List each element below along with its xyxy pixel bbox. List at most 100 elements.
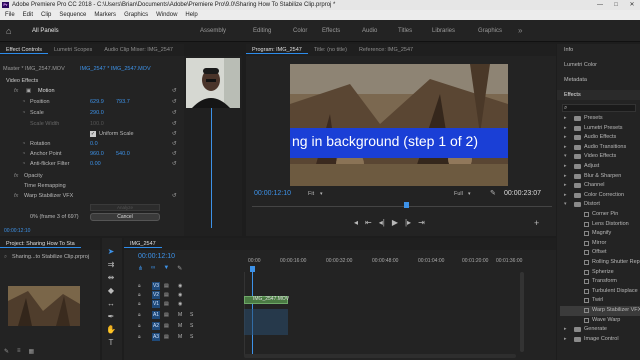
workspace-color[interactable]: Color [293, 26, 307, 36]
snap-icon[interactable]: ⋔ [138, 265, 143, 272]
solo-button[interactable]: S [190, 311, 193, 320]
project-clip-thumbnail[interactable] [8, 286, 80, 326]
effect-item[interactable]: Twirl [560, 296, 640, 306]
eye-icon[interactable]: ◉ [178, 300, 182, 309]
chevron-right-icon[interactable]: ▸ [564, 335, 567, 345]
stopwatch-icon[interactable]: ◔ [22, 149, 25, 159]
chevron-right-icon[interactable]: ▸ [564, 325, 567, 335]
effects-folder[interactable]: ▸ Channel [560, 181, 640, 191]
anchor-y-value[interactable]: 540.0 [116, 149, 130, 159]
track-label-a3[interactable]: A3 [152, 333, 160, 341]
effects-folder[interactable]: ▸ Lumetri Presets [560, 124, 640, 134]
sync-lock-icon[interactable]: ▤ [164, 300, 169, 309]
program-video-frame[interactable]: ng in background (step 1 of 2) [290, 64, 508, 186]
audio-clip[interactable] [244, 309, 288, 335]
play-icon[interactable]: ▶ [392, 218, 398, 227]
menu-help[interactable]: Help [185, 10, 197, 20]
track-label-a1[interactable]: A1 [152, 311, 160, 319]
add-button-icon[interactable]: + [534, 218, 539, 228]
chevron-right-icon[interactable]: ▸ [564, 181, 567, 191]
minimize-button[interactable]: — [592, 0, 608, 10]
track-label-v2[interactable]: V2 [152, 291, 160, 299]
lock-icon[interactable]: 🔒︎ [138, 322, 141, 331]
workspace-assembly[interactable]: Assembly [200, 26, 226, 36]
warp-stabilizer-row[interactable]: fx Warp Stabilizer VFX ↺ [0, 191, 184, 201]
track-label-a2[interactable]: A2 [152, 322, 160, 330]
chevron-right-icon[interactable]: ▸ [564, 172, 567, 182]
sync-lock-icon[interactable]: ▤ [164, 291, 169, 300]
program-playhead[interactable] [404, 202, 409, 208]
timeline-timecode[interactable]: 00:00:12:10 [138, 253, 175, 260]
ripple-edit-tool-icon[interactable]: ⇹ [104, 272, 118, 284]
step-back-icon[interactable]: ◂| [379, 218, 385, 227]
reset-icon[interactable]: ↺ [172, 149, 177, 159]
workspace-all-panels[interactable]: All Panels [32, 26, 59, 36]
tab-metadata[interactable]: Metadata [564, 77, 587, 83]
menu-clip[interactable]: Clip [41, 10, 51, 20]
mute-button[interactable]: M [178, 333, 182, 342]
lock-icon[interactable]: 🔒︎ [138, 333, 141, 342]
reset-icon[interactable]: ↺ [172, 119, 177, 129]
chevron-right-icon[interactable]: ▸ [564, 114, 567, 124]
effects-folder[interactable]: ▾ Distort [560, 200, 640, 210]
more-workspaces-icon[interactable]: » [518, 26, 522, 36]
reset-icon[interactable]: ↺ [172, 159, 177, 169]
sequence-clip-label[interactable]: IMG_2547 * IMG_2547.MOV [80, 66, 151, 72]
sync-lock-icon[interactable]: ▤ [164, 333, 169, 342]
chevron-down-icon[interactable]: ▾ [564, 200, 567, 210]
motion-row[interactable]: fx ▣ Motion ↺ [0, 86, 184, 96]
mute-button[interactable]: M [178, 311, 182, 320]
fx-toggle-icon[interactable]: fx [14, 191, 18, 201]
menu-graphics[interactable]: Graphics [124, 10, 148, 20]
effect-item[interactable]: Corner Pin [560, 210, 640, 220]
lock-icon[interactable]: 🔒︎ [138, 311, 141, 320]
time-remapping-row[interactable]: Time Remapping [0, 181, 184, 191]
eye-icon[interactable]: ◉ [178, 282, 182, 291]
workspace-titles[interactable]: Titles [398, 26, 412, 36]
workspace-audio[interactable]: Audio [362, 26, 377, 36]
effect-item[interactable]: Wave Warp [560, 316, 640, 326]
reset-icon[interactable]: ↺ [172, 108, 177, 118]
chevron-down-icon[interactable]: ▾ [320, 191, 323, 197]
chevron-down-icon[interactable]: ▾ [468, 191, 471, 197]
reset-icon[interactable]: ↺ [172, 97, 177, 107]
tab-reference[interactable]: Reference: IMG_2547 [353, 47, 419, 53]
menu-markers[interactable]: Markers [94, 10, 116, 20]
anchor-x-value[interactable]: 960.0 [90, 149, 104, 159]
position-y-value[interactable]: 793.7 [116, 97, 130, 107]
reset-icon[interactable]: ↺ [172, 86, 177, 96]
chevron-down-icon[interactable]: ▾ [564, 152, 567, 162]
menu-file[interactable]: File [5, 10, 15, 20]
timeline-scrollbar[interactable] [520, 272, 524, 352]
track-label-v1[interactable]: V1 [152, 300, 160, 308]
sync-lock-icon[interactable]: ▤ [164, 282, 169, 291]
tab-lumetri-color[interactable]: Lumetri Color [564, 62, 597, 68]
chevron-right-icon[interactable]: ▸ [564, 133, 567, 143]
effect-item[interactable]: Lens Distortion [560, 220, 640, 230]
effect-item[interactable]: Offset [560, 248, 640, 258]
timeline-horizontal-scrollbar[interactable] [244, 354, 516, 358]
go-to-in-icon[interactable]: ⇤ [365, 218, 372, 227]
stopwatch-icon[interactable]: ◔ [22, 108, 25, 118]
effect-item[interactable]: Transform [560, 277, 640, 287]
fx-toggle-icon[interactable]: fx [14, 171, 18, 181]
go-to-out-icon[interactable]: ⇥ [418, 218, 425, 227]
effects-folder[interactable]: ▸ Image Control [560, 335, 640, 345]
add-marker-icon[interactable]: ▼ [163, 265, 169, 272]
cancel-button[interactable]: Cancel [90, 213, 160, 221]
zoom-fit-dropdown[interactable]: Fit [308, 191, 314, 197]
slip-tool-icon[interactable]: ↔ [104, 298, 118, 310]
effect-item[interactable]: Mirror [560, 239, 640, 249]
stopwatch-icon[interactable]: ◔ [22, 139, 25, 149]
selection-tool-icon[interactable]: ➤ [104, 246, 118, 258]
effects-folder[interactable]: ▸ Audio Transitions [560, 143, 640, 153]
master-clip-label[interactable]: Master * IMG_2547.MOV [3, 66, 65, 72]
scale-value[interactable]: 290.0 [90, 108, 104, 118]
chevron-right-icon[interactable]: ▸ [564, 143, 567, 153]
linked-selection-icon[interactable]: ∞ [151, 265, 155, 272]
effect-item[interactable]: Magnify [560, 229, 640, 239]
effects-folder[interactable]: ▸ Color Correction [560, 191, 640, 201]
uniform-scale-checkbox[interactable]: ✓ [90, 131, 96, 137]
stopwatch-icon[interactable]: ◔ [22, 97, 25, 107]
track-label-v3[interactable]: V3 [152, 282, 160, 290]
